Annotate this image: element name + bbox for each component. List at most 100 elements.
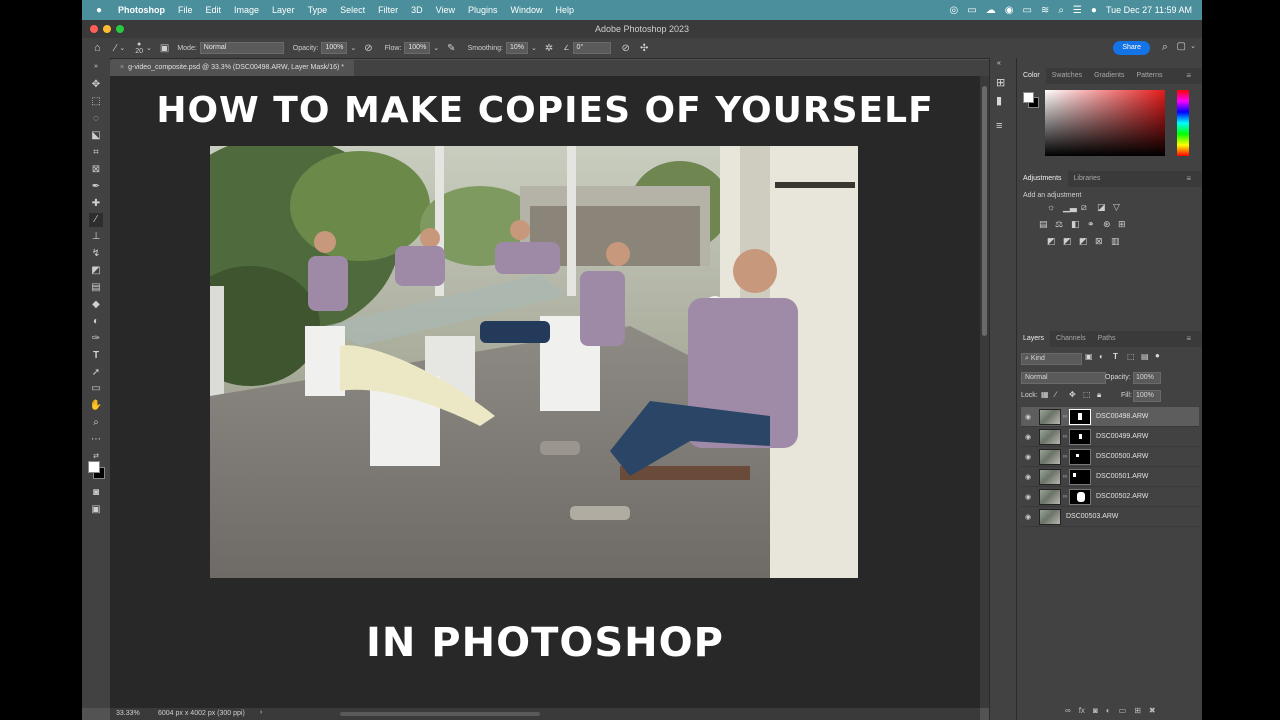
black-white-icon[interactable]: ◧ [1071, 219, 1080, 230]
exposure-icon[interactable]: ◪ [1097, 202, 1106, 213]
foreground-color-swatch[interactable] [1023, 92, 1034, 103]
menu-help[interactable]: Help [556, 5, 575, 15]
layer-mask-thumbnail[interactable] [1069, 448, 1091, 465]
eye-icon[interactable]: ◉ [1021, 453, 1035, 461]
chevron-down-icon[interactable]: ⌄ [433, 44, 439, 52]
workspace-icon[interactable]: ▢ [1177, 41, 1186, 52]
battery-icon[interactable]: ▭ [1022, 5, 1031, 16]
lock-image-icon[interactable]: ∕ [1055, 390, 1056, 399]
invert-icon[interactable]: ◩ [1047, 236, 1056, 247]
new-group-icon[interactable]: ▭ [1119, 706, 1127, 715]
healing-brush-tool-icon[interactable]: ✚ [89, 197, 103, 211]
trash-icon[interactable]: ✖ [1149, 706, 1156, 715]
properties-panel-icon[interactable]: ≡ [996, 120, 1002, 132]
more-tools-icon[interactable]: ⋯ [89, 433, 103, 447]
panel-menu-icon[interactable]: ≡ [1180, 68, 1197, 84]
angle-field[interactable]: 0° [572, 42, 611, 54]
move-tool-icon[interactable]: ✥ [89, 78, 103, 92]
threshold-icon[interactable]: ◩ [1079, 236, 1088, 247]
link-icon[interactable]: ∞ [1061, 414, 1069, 420]
eye-icon[interactable]: ◉ [1021, 433, 1035, 441]
lock-artboard-icon[interactable]: ⬚ [1083, 390, 1091, 399]
menu-image[interactable]: Image [234, 5, 259, 15]
apple-icon[interactable]: ● [94, 5, 104, 16]
hand-tool-icon[interactable]: ✋ [89, 399, 103, 413]
close-tab-icon[interactable]: × [120, 64, 124, 71]
pen-tool-icon[interactable]: ✑ [89, 332, 103, 346]
menu-layer[interactable]: Layer [272, 5, 295, 15]
brush-tool-icon[interactable]: ∕ [89, 213, 103, 227]
menu-3d[interactable]: 3D [411, 5, 423, 15]
eyedropper-tool-icon[interactable]: ✒ [89, 180, 103, 194]
frame-tool-icon[interactable]: ⊠ [89, 163, 103, 177]
layer-row[interactable]: ◉ ∞ DSC00502.ARW [1021, 487, 1199, 507]
fill-field[interactable]: 100% [1133, 390, 1161, 402]
search-icon[interactable]: ⌕ [1162, 41, 1168, 54]
chevron-down-icon[interactable]: ⌄ [119, 44, 125, 52]
add-mask-icon[interactable]: ◙ [1093, 706, 1098, 715]
pressure-opacity-icon[interactable]: ⊘ [364, 43, 372, 54]
selective-color-icon[interactable]: ⊠ [1095, 236, 1103, 247]
blur-tool-icon[interactable]: ◆ [89, 298, 103, 312]
layer-style-icon[interactable]: fx [1079, 706, 1085, 715]
spiral-icon[interactable]: ◎ [950, 5, 959, 16]
wifi-icon[interactable]: ≋ [1041, 5, 1049, 16]
screen-mode-icon[interactable]: ▣ [89, 503, 103, 517]
layer-row[interactable]: ◉ ∞ DSC00498.ARW [1021, 407, 1199, 427]
share-button[interactable]: Share [1113, 41, 1150, 55]
tab-color[interactable]: Color [1017, 68, 1046, 84]
tab-channels[interactable]: Channels [1050, 331, 1092, 347]
link-icon[interactable]: ∞ [1061, 474, 1069, 480]
tab-layers[interactable]: Layers [1017, 331, 1051, 347]
document-info[interactable]: 6004 px x 4002 px (300 ppi) [158, 710, 245, 717]
clone-stamp-tool-icon[interactable]: ⊥ [89, 230, 103, 244]
blend-mode-select[interactable]: Normal [1021, 372, 1106, 384]
crop-tool-icon[interactable]: ⌗ [89, 146, 103, 160]
lock-all-icon[interactable]: 🔒︎ [1097, 390, 1101, 400]
hue-slider[interactable] [1177, 90, 1189, 156]
menu-file[interactable]: File [178, 5, 193, 15]
search-icon[interactable]: ⌕ [1058, 5, 1064, 16]
eye-icon[interactable]: ◉ [1021, 473, 1035, 481]
foreground-color-swatch[interactable] [88, 461, 100, 473]
smoothing-field[interactable]: 10% [505, 42, 528, 54]
brush-preset-picker[interactable]: ● 20 [135, 41, 143, 55]
marquee-tool-icon[interactable]: ⬚ [89, 95, 103, 109]
vibrance-icon[interactable]: ▽ [1113, 202, 1120, 213]
type-tool-icon[interactable]: T [89, 349, 103, 363]
panel-menu-icon[interactable]: ≡ [1180, 171, 1197, 187]
airbrush-icon[interactable]: ✎ [447, 43, 455, 54]
eye-icon[interactable]: ◉ [1021, 493, 1035, 501]
panel-menu-icon[interactable]: ≡ [1180, 331, 1197, 347]
chevron-down-icon[interactable]: ⌄ [350, 44, 356, 52]
menu-view[interactable]: View [436, 5, 455, 15]
chevron-right-icon[interactable]: › [260, 709, 262, 716]
color-balance-icon[interactable]: ⚖ [1055, 219, 1063, 230]
adjustment-layer-icon[interactable]: ◐ [1106, 706, 1111, 715]
filter-pixel-icon[interactable]: ▣ [1085, 352, 1093, 361]
mode-select[interactable]: Normal [199, 42, 284, 54]
menu-window[interactable]: Window [511, 5, 543, 15]
object-selection-tool-icon[interactable]: ⬕ [89, 129, 103, 143]
zoom-tool-icon[interactable]: ⌕ [89, 416, 103, 430]
lock-transparent-icon[interactable]: ▦ [1041, 390, 1049, 399]
control-center-icon[interactable]: ☰ [1073, 5, 1082, 16]
color-lookup-icon[interactable]: ⊞ [1118, 219, 1126, 230]
filter-smart-object-icon[interactable]: ▤ [1141, 352, 1149, 361]
link-icon[interactable]: ∞ [1061, 454, 1069, 460]
new-layer-icon[interactable]: ⊞ [1134, 706, 1141, 715]
document-canvas[interactable]: HOW TO MAKE COPIES OF YOURSELF IN PHOTOS… [110, 76, 980, 708]
document-tab[interactable]: × g-video_composite.psd @ 33.3% (DSC00498… [110, 60, 355, 76]
layer-mask-thumbnail[interactable] [1069, 468, 1091, 485]
horizontal-scrollbar[interactable] [340, 712, 540, 716]
eye-icon[interactable]: ◉ [1021, 413, 1035, 421]
link-layers-icon[interactable]: ∞ [1065, 706, 1071, 715]
layer-row[interactable]: ◉ ∞ DSC00500.ARW [1021, 447, 1199, 467]
layer-row[interactable]: ◉ ∞ DSC00501.ARW [1021, 467, 1199, 487]
vertical-scrollbar[interactable] [980, 76, 989, 708]
quick-mask-icon[interactable]: ◙ [89, 486, 103, 500]
link-icon[interactable]: ∞ [1061, 494, 1069, 500]
levels-icon[interactable]: ▁▃ [1063, 202, 1077, 213]
zoom-level[interactable]: 33.33% [116, 710, 140, 717]
eraser-tool-icon[interactable]: ◩ [89, 264, 103, 278]
